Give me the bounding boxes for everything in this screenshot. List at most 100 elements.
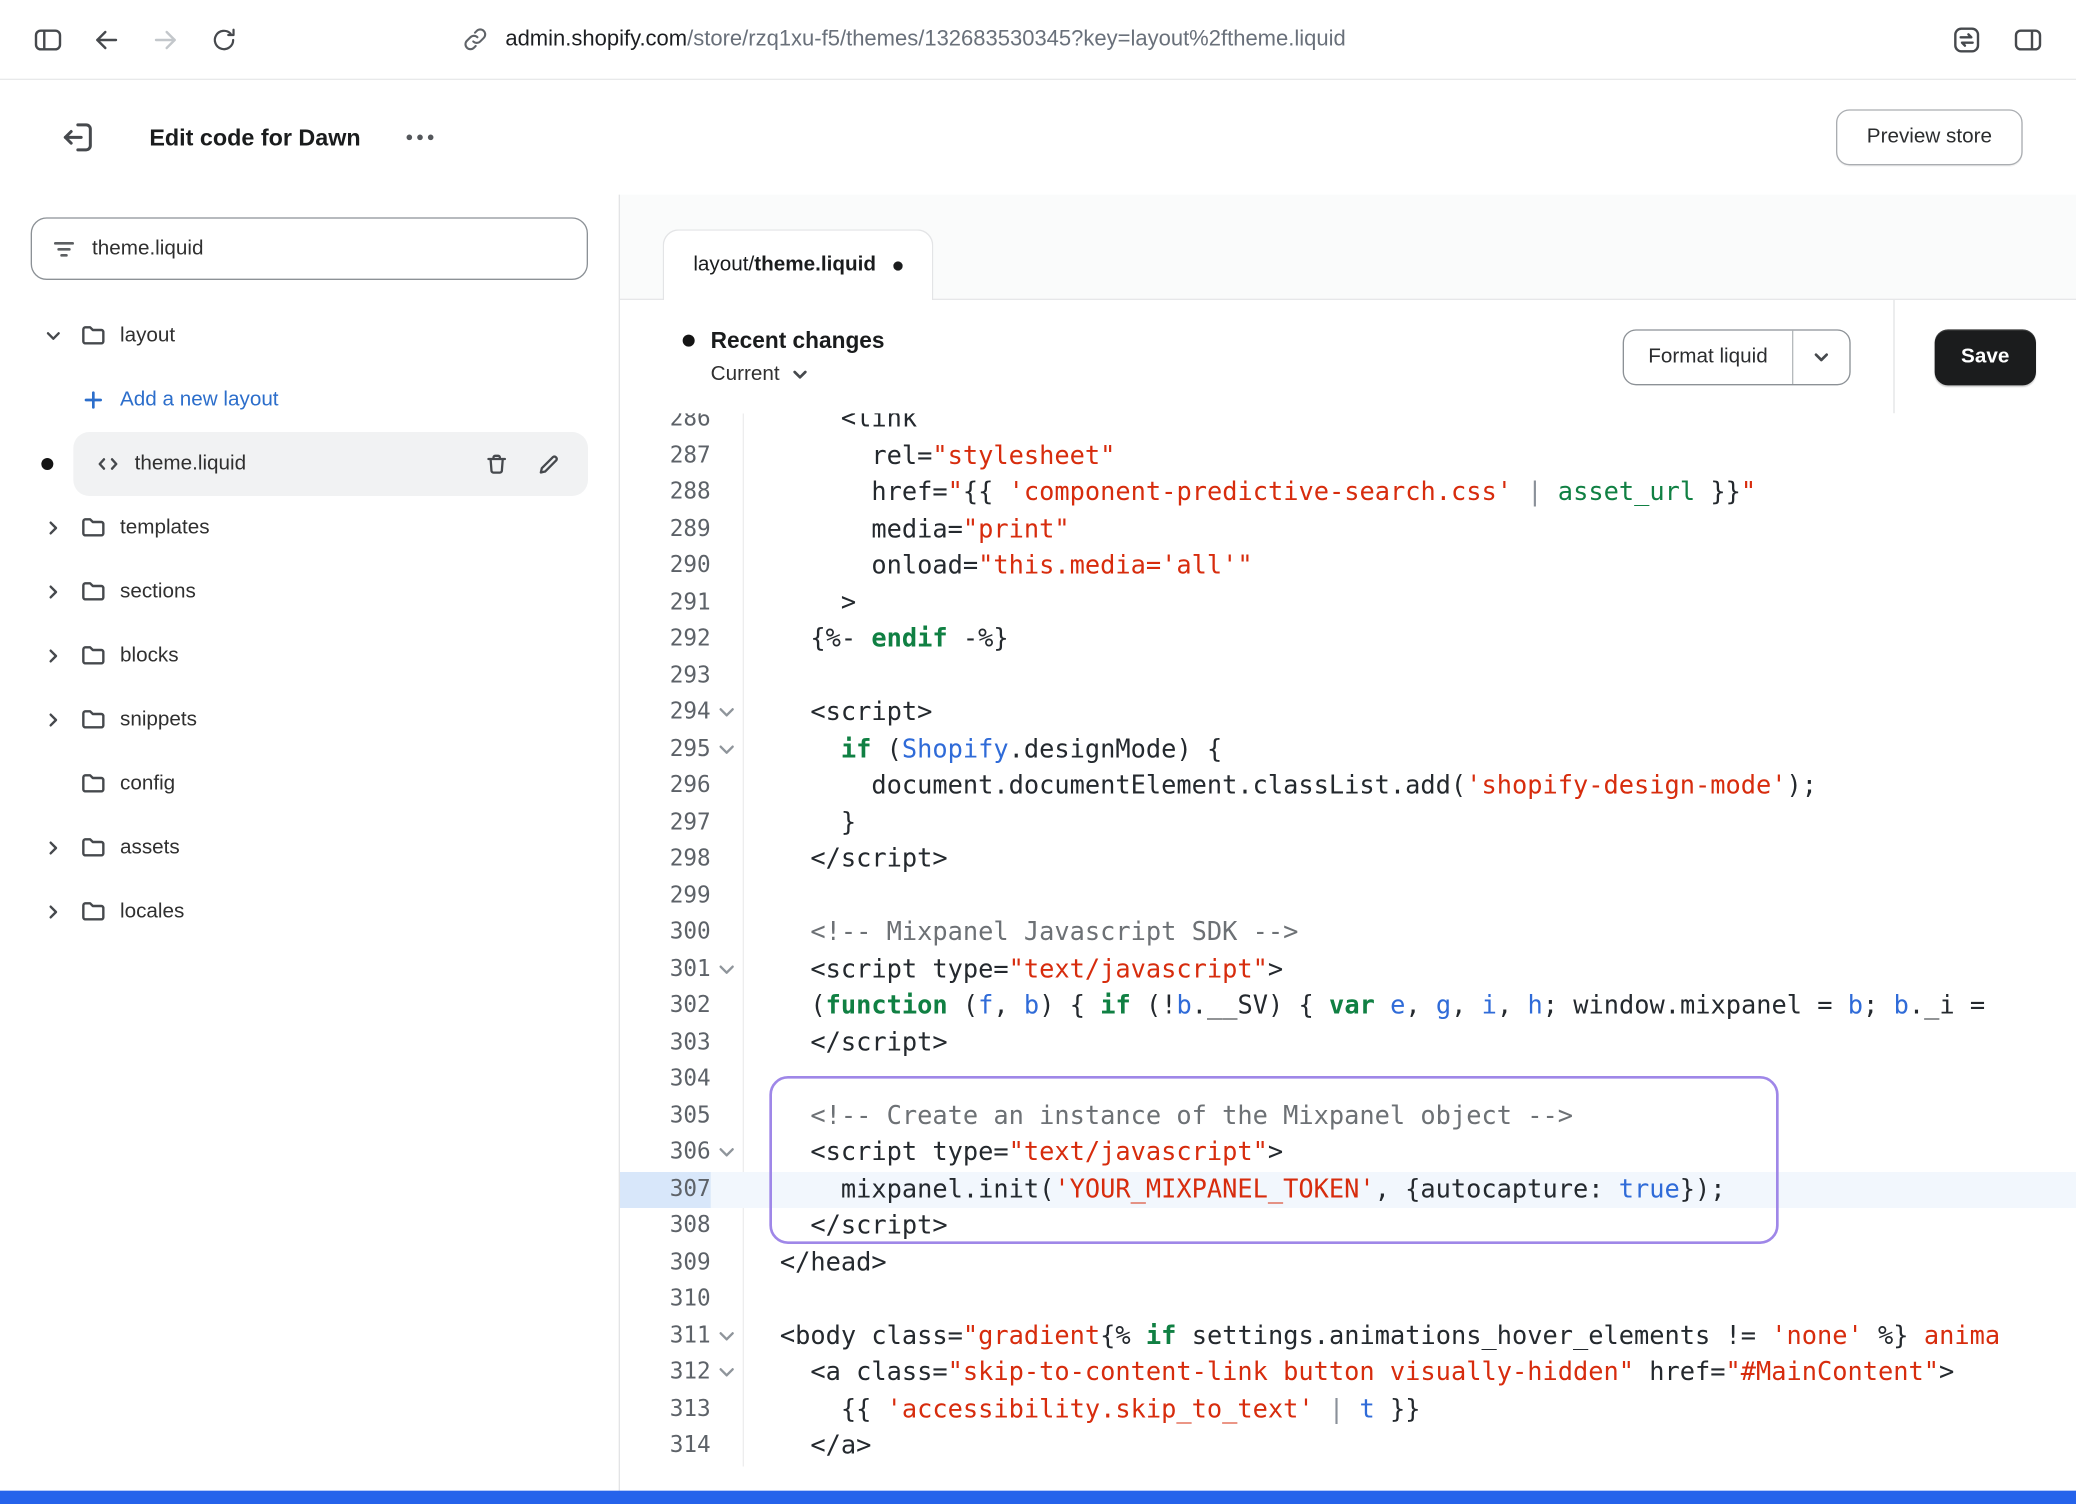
sidebar-item-assets[interactable]: assets <box>31 816 588 880</box>
code-text: <a class="skip-to-content-link button vi… <box>743 1355 2076 1392</box>
code-line-286[interactable]: 286 <link <box>620 413 2076 438</box>
preview-store-button[interactable]: Preview store <box>1836 109 2023 165</box>
code-line-289[interactable]: 289 media="print" <box>620 511 2076 548</box>
fold-toggle-icon[interactable] <box>711 731 743 768</box>
code-line-287[interactable]: 287 rel="stylesheet" <box>620 438 2076 475</box>
more-actions-icon[interactable] <box>398 117 443 157</box>
code-line-303[interactable]: 303 </script> <box>620 1025 2076 1062</box>
line-number: 297 <box>620 805 711 842</box>
delete-icon[interactable] <box>484 451 509 476</box>
code-text: </a> <box>743 1428 2076 1465</box>
selected-file-row[interactable]: theme.liquid <box>73 432 588 496</box>
tab-theme-liquid[interactable]: layout/theme.liquid <box>663 229 934 300</box>
code-line-296[interactable]: 296 document.documentElement.classList.a… <box>620 768 2076 805</box>
code-line-313[interactable]: 313 {{ 'accessibility.skip_to_text' | t … <box>620 1391 2076 1428</box>
code-line-312[interactable]: 312 <a class="skip-to-content-link butto… <box>620 1355 2076 1392</box>
code-line-302[interactable]: 302 (function (f, b) { if (!b.__SV) { va… <box>620 988 2076 1025</box>
code-line-292[interactable]: 292 {%- endif -%} <box>620 621 2076 658</box>
code-line-311[interactable]: 311 <body class="gradient{% if settings.… <box>620 1318 2076 1355</box>
expand-toggle[interactable] <box>40 835 67 862</box>
code-line-297[interactable]: 297 } <box>620 805 2076 842</box>
code-line-288[interactable]: 288 href="{{ 'component-predictive-searc… <box>620 475 2076 512</box>
format-liquid-button[interactable]: Format liquid <box>1623 329 1850 385</box>
back-icon[interactable] <box>83 15 131 63</box>
url-text: admin.shopify.com/store/rzq1xu-f5/themes… <box>505 27 1345 52</box>
sidebar-item-locales[interactable]: locales <box>31 880 588 944</box>
folder-icon <box>80 515 107 542</box>
sidebar-toggle-icon[interactable] <box>24 15 72 63</box>
code-text: <body class="gradient{% if settings.anim… <box>743 1318 2076 1355</box>
code-text: <script type="text/javascript"> <box>743 951 2076 988</box>
fold-toggle-icon[interactable] <box>711 1355 743 1392</box>
forward-icon[interactable] <box>141 15 189 63</box>
fold-toggle-icon[interactable] <box>711 1318 743 1355</box>
sidebar-item-layout[interactable]: layout <box>31 304 588 368</box>
code-line-308[interactable]: 308 </script> <box>620 1208 2076 1245</box>
code-text: onload="this.media='all'" <box>743 548 2076 585</box>
folder-icon <box>80 579 107 606</box>
code-line-310[interactable]: 310 <box>620 1281 2076 1318</box>
code-text: </script> <box>743 1208 2076 1245</box>
file-filter-input[interactable]: theme.liquid <box>31 217 588 280</box>
sidebar-item-blocks[interactable]: blocks <box>31 624 588 688</box>
line-number: 314 <box>620 1428 711 1465</box>
code-line-301[interactable]: 301 <script type="text/javascript"> <box>620 951 2076 988</box>
bottom-accent-bar <box>0 1491 2076 1504</box>
expand-toggle[interactable] <box>40 899 67 926</box>
code-line-300[interactable]: 300 <!-- Mixpanel Javascript SDK --> <box>620 915 2076 952</box>
chevron-right-icon <box>43 709 64 730</box>
code-line-295[interactable]: 295 if (Shopify.designMode) { <box>620 731 2076 768</box>
address-bar[interactable]: admin.shopify.com/store/rzq1xu-f5/themes… <box>461 25 1932 53</box>
folder-icon <box>80 323 107 350</box>
exit-editor-icon[interactable] <box>53 112 104 163</box>
code-line-299[interactable]: 299 <box>620 878 2076 915</box>
code-line-291[interactable]: 291 > <box>620 585 2076 622</box>
code-line-309[interactable]: 309 </head> <box>620 1245 2076 1282</box>
sidebar-item-config[interactable]: config <box>31 752 588 816</box>
folder-icon <box>80 643 107 670</box>
sidebar-item-theme-liquid[interactable]: theme.liquid <box>31 432 588 496</box>
reload-icon[interactable] <box>200 15 248 63</box>
tab-strip: layout/theme.liquid <box>620 195 2076 300</box>
code-line-314[interactable]: 314 </a> <box>620 1428 2076 1465</box>
code-text: > <box>743 585 2076 622</box>
code-line-290[interactable]: 290 onload="this.media='all'" <box>620 548 2076 585</box>
rename-icon[interactable] <box>536 451 561 476</box>
code-line-307[interactable]: 307 mixpanel.init('YOUR_MIXPANEL_TOKEN',… <box>620 1171 2076 1208</box>
code-line-306[interactable]: 306 <script type="text/javascript"> <box>620 1135 2076 1172</box>
sidebar-item-snippets[interactable]: snippets <box>31 688 588 752</box>
add-new-layout-button[interactable]: Add a new layout <box>31 368 588 432</box>
expand-toggle[interactable] <box>40 323 67 350</box>
code-line-305[interactable]: 305 <!-- Create an instance of the Mixpa… <box>620 1098 2076 1135</box>
code-text: mixpanel.init('YOUR_MIXPANEL_TOKEN', {au… <box>743 1171 2076 1208</box>
code-line-293[interactable]: 293 <box>620 658 2076 695</box>
code-editor[interactable]: 286 <link287 rel="stylesheet"288 href="{… <box>620 413 2076 1466</box>
format-options-chevron[interactable] <box>1793 330 1849 383</box>
line-number: 312 <box>620 1355 711 1392</box>
fold-toggle-icon[interactable] <box>711 951 743 988</box>
sidebar-item-templates[interactable]: templates <box>31 496 588 560</box>
sidebar-item-sections[interactable]: sections <box>31 560 588 624</box>
save-button[interactable]: Save <box>1934 329 2036 385</box>
version-dropdown[interactable]: Current <box>711 362 885 386</box>
code-line-304[interactable]: 304 <box>620 1061 2076 1098</box>
fold-toggle-icon[interactable] <box>711 1135 743 1172</box>
page-title: Edit code for Dawn <box>149 123 360 151</box>
expand-toggle[interactable] <box>40 643 67 670</box>
code-text: media="print" <box>743 511 2076 548</box>
fold-spacer <box>711 1171 743 1208</box>
sidebar-item-label: layout <box>120 324 175 348</box>
expand-toggle[interactable] <box>40 707 67 734</box>
code-line-298[interactable]: 298 </script> <box>620 841 2076 878</box>
expand-toggle[interactable] <box>40 515 67 542</box>
fold-spacer <box>711 475 743 512</box>
extensions-icon[interactable] <box>1943 15 1991 63</box>
code-line-294[interactable]: 294 <script> <box>620 695 2076 732</box>
side-panel-icon[interactable] <box>2004 15 2052 63</box>
line-number: 295 <box>620 731 711 768</box>
expand-toggle[interactable] <box>40 579 67 606</box>
sidebar-item-label: assets <box>120 836 180 860</box>
line-number: 288 <box>620 475 711 512</box>
fold-toggle-icon[interactable] <box>711 695 743 732</box>
fold-spacer <box>711 915 743 952</box>
